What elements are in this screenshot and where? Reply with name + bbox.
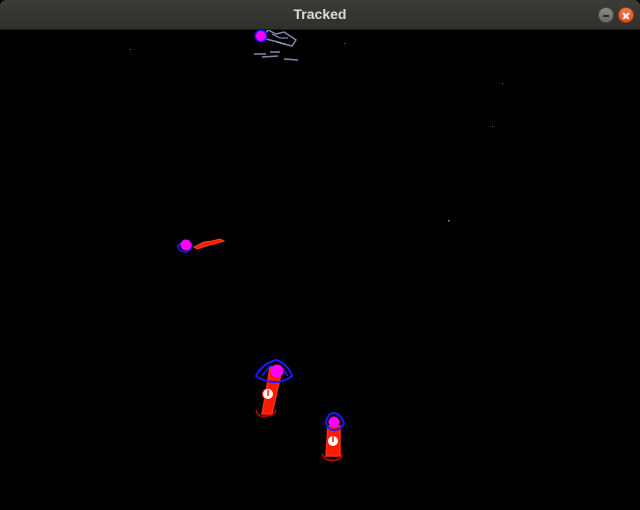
tracked-object-left — [177, 238, 226, 253]
centroid-marker — [180, 239, 192, 251]
tracked-object-center — [254, 358, 294, 418]
window-title: Tracked — [293, 6, 347, 22]
noise-specks — [130, 43, 503, 222]
title-bar[interactable]: Tracked — [0, 0, 640, 30]
tracked-object-lower — [321, 411, 346, 462]
centroid-marker — [256, 31, 266, 41]
close-icon[interactable] — [618, 7, 634, 23]
tracked-window: Tracked — [0, 0, 640, 510]
minimize-icon[interactable] — [598, 7, 614, 23]
tracked-object-top — [254, 30, 299, 61]
tracking-view — [0, 30, 640, 510]
tracking-canvas — [130, 30, 503, 462]
centroid-marker — [328, 416, 340, 428]
centroid-marker — [270, 364, 284, 378]
